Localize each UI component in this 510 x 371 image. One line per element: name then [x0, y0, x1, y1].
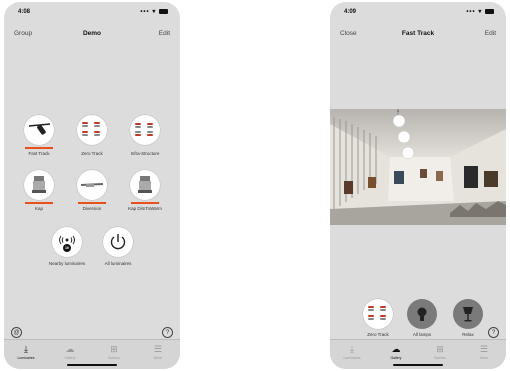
help-icon[interactable]: ?: [162, 327, 173, 338]
luminaires-screen: 4:08 ••• ▾ Group Demo Edit Fast Track Ze…: [4, 2, 180, 369]
gallery-tab-icon: ☁: [65, 344, 75, 354]
diversion-linear-icon: [77, 170, 107, 200]
all-luminaires-button[interactable]: All luminaires: [93, 227, 143, 266]
gallery-photo[interactable]: [330, 109, 506, 225]
tab-luminaires[interactable]: ⤓ Luminaires: [330, 343, 374, 360]
luminaire-label: Zero Track: [81, 151, 103, 156]
luminaire-label: Diversion: [82, 206, 102, 211]
luminaire-kap[interactable]: Kap: [14, 170, 64, 211]
kap-downlight-icon: [130, 170, 160, 200]
tab-label: Luminaires: [17, 356, 35, 360]
menu-tab-icon: ☰: [153, 344, 163, 354]
luminaire-zero-track[interactable]: Zero Track: [67, 115, 117, 156]
track-spot-icon: [24, 115, 54, 145]
home-indicator: [67, 364, 117, 366]
scene-label: All lamps: [412, 332, 432, 337]
luminaire-label: Nearby luminaires: [48, 261, 86, 266]
status-icons: ••• ▾: [466, 8, 494, 15]
luminaire-label: Kap DimToWarm: [128, 206, 162, 211]
tab-label: Scenes: [108, 356, 120, 360]
luminaire-fast-track[interactable]: Fast Track: [14, 115, 64, 156]
luminaire-infra-structure[interactable]: Infra-Structure: [120, 115, 170, 156]
nav-bar: Group Demo Edit: [4, 26, 180, 42]
tab-more[interactable]: ☰ More: [136, 343, 180, 360]
active-indicator: [78, 202, 106, 204]
nearby-luminaires-button[interactable]: 10 Nearby luminaires: [42, 227, 92, 266]
status-time: 4:08: [18, 9, 31, 15]
scene-zero-track[interactable]: Zero Track: [358, 299, 398, 337]
signal-icon: •••: [466, 9, 476, 15]
page-title: Fast Track: [401, 30, 435, 37]
tab-gallery[interactable]: ☁ Gallery: [374, 343, 418, 360]
tab-more[interactable]: ☰ More: [462, 343, 506, 360]
active-indicator: [25, 147, 53, 149]
at-sign-icon[interactable]: @: [11, 327, 22, 338]
gallery-tab-icon: ☁: [391, 344, 401, 354]
luminaire-kap-dimtowarm[interactable]: Kap DimToWarm: [120, 170, 170, 211]
battery-icon: [485, 8, 494, 14]
scene-all-lamps[interactable]: All lamps: [402, 299, 442, 337]
kap-downlight-icon: [24, 170, 54, 200]
help-icon[interactable]: ?: [488, 327, 499, 338]
tab-gallery[interactable]: ☁ Gallery: [48, 343, 92, 360]
status-bar: 4:09 ••• ▾: [330, 2, 506, 20]
active-indicator: [131, 202, 159, 204]
nav-bar: Close Fast Track Edit: [330, 26, 506, 42]
tab-label: Gallery: [390, 356, 402, 360]
tab-bar: ⤓ Luminaires ☁ Gallery ⊞ Scenes ☰ More: [330, 339, 506, 369]
scene-relax[interactable]: Relax: [448, 299, 488, 337]
tab-scenes[interactable]: ⊞ Scenes: [92, 343, 136, 360]
luminaire-diversion[interactable]: Diversion: [67, 170, 117, 211]
status-time: 4:09: [344, 9, 357, 15]
scenes-tab-icon: ⊞: [110, 344, 118, 354]
nearby-count-badge: 10: [65, 245, 69, 250]
tab-label: Gallery: [64, 356, 76, 360]
active-indicator: [25, 202, 53, 204]
edit-button[interactable]: Edit: [159, 30, 170, 37]
tab-label: More: [480, 356, 488, 360]
edit-button[interactable]: Edit: [485, 30, 496, 37]
luminaire-tab-icon: ⤓: [24, 344, 28, 354]
tab-luminaires[interactable]: ⤓ Luminaires: [4, 343, 48, 360]
luminaire-label: Kap: [34, 206, 43, 211]
menu-tab-icon: ☰: [479, 344, 489, 354]
tab-label: More: [154, 356, 162, 360]
signal-icon: •••: [140, 9, 150, 15]
scene-label: Relax: [462, 332, 474, 337]
luminaire-label: Fast Track: [28, 151, 50, 156]
luminaire-label: All luminaires: [104, 261, 132, 266]
scene-label: Zero Track: [367, 332, 389, 337]
bluetooth-broadcast-icon: 10: [52, 227, 82, 257]
page-title: Demo: [82, 30, 102, 37]
battery-icon: [159, 8, 168, 14]
wifi-icon: ▾: [152, 9, 157, 15]
luminaire-tab-icon: ⤓: [350, 344, 354, 354]
luminaire-label: Infra-Structure: [130, 151, 160, 156]
status-icons: ••• ▾: [140, 8, 168, 15]
gallery-screen: 4:09 ••• ▾ Close Fast Track Edit Zero Tr…: [330, 2, 506, 369]
power-icon: [103, 227, 133, 257]
tab-label: Luminaires: [343, 356, 361, 360]
lamp-icon: [407, 299, 437, 329]
infra-structure-icon: [130, 115, 160, 145]
wifi-icon: ▾: [478, 9, 483, 15]
relax-lamp-icon: [453, 299, 483, 329]
tab-bar: ⤓ Luminaires ☁ Gallery ⊞ Scenes ☰ More: [4, 339, 180, 369]
status-bar: 4:08 ••• ▾: [4, 2, 180, 20]
zero-track-icon: [363, 299, 393, 329]
tab-scenes[interactable]: ⊞ Scenes: [418, 343, 462, 360]
tab-label: Scenes: [434, 356, 446, 360]
scenes-tab-icon: ⊞: [436, 344, 444, 354]
zero-track-icon: [77, 115, 107, 145]
home-indicator: [393, 364, 443, 366]
